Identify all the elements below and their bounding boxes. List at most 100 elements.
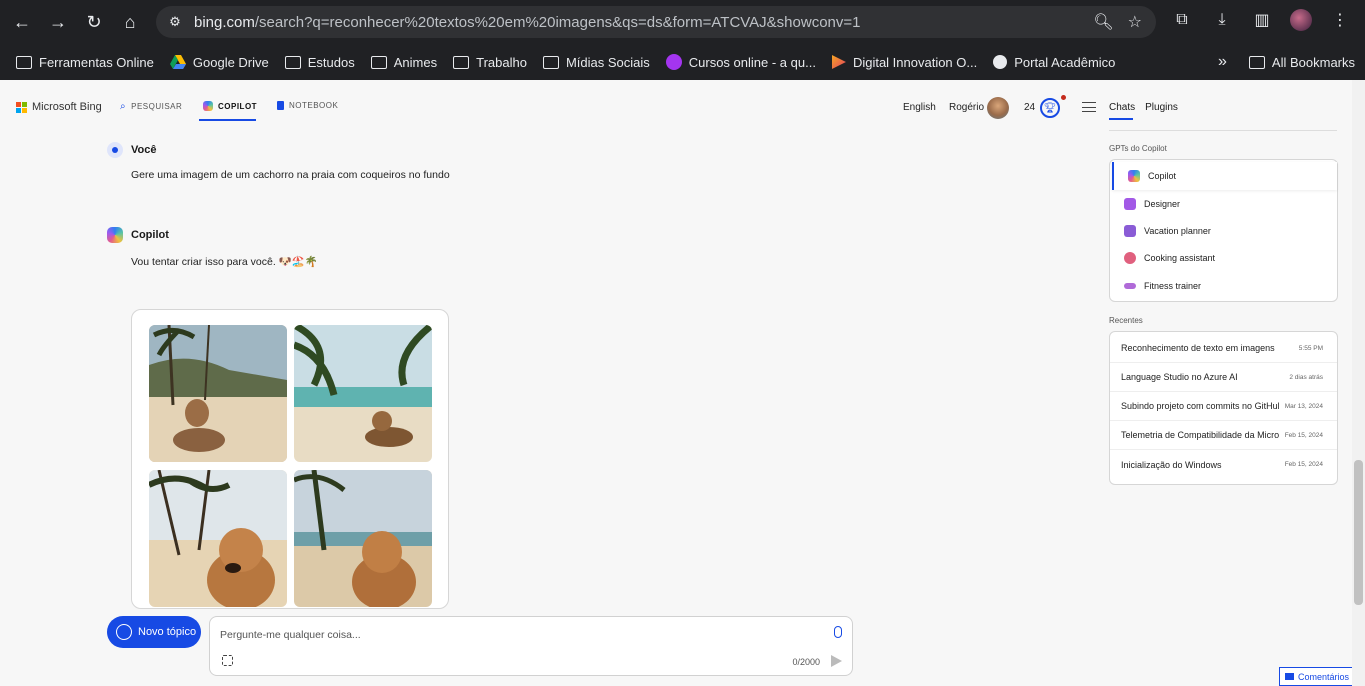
address-bar[interactable]: ⚙ bing.com/search?q=reconhecer%20textos%… (156, 6, 1156, 38)
recent-chat-item[interactable]: Inicialização do Windows Feb 15, 2024 (1110, 450, 1337, 479)
image-upload-icon[interactable] (222, 655, 233, 666)
gpt-item-cooking-assistant[interactable]: Cooking assistant (1110, 244, 1337, 272)
gpt-item-copilot[interactable]: Copilot (1112, 162, 1337, 190)
more-bookmarks-icon[interactable]: » (1218, 53, 1227, 71)
designer-icon (1124, 198, 1136, 210)
folder-icon (370, 55, 387, 69)
dio-icon (831, 55, 846, 69)
bookmark-midias-sociais[interactable]: Mídias Sociais (542, 55, 650, 70)
chat-input[interactable] (220, 626, 810, 644)
profile-avatar[interactable] (1290, 9, 1312, 31)
feedback-icon (1285, 673, 1294, 680)
extensions-icon[interactable]: ⧉ (1170, 8, 1194, 32)
notification-dot (1061, 95, 1066, 100)
bookmark-dio[interactable]: Digital Innovation O... (831, 55, 977, 70)
bookmark-cursos[interactable]: Cursos online - a qu... (665, 54, 816, 70)
folder-icon (542, 55, 559, 69)
bing-page: Microsoft Bing ⌕ PESQUISAR COPILOT NOTEBO… (0, 80, 1353, 686)
bookmark-trabalho[interactable]: Trabalho (453, 55, 527, 70)
bookmark-estudos[interactable]: Estudos (284, 55, 355, 70)
dumbbell-icon (1124, 283, 1136, 289)
tab-pesquisar[interactable]: ⌕ PESQUISAR (120, 101, 182, 112)
browser-toolbar: ← → ↻ ⌂ ⚙ bing.com/search?q=reconhecer%2… (0, 0, 1365, 44)
all-bookmarks[interactable]: All Bookmarks (1248, 55, 1355, 70)
bing-header: Microsoft Bing ⌕ PESQUISAR COPILOT NOTEBO… (0, 80, 1352, 130)
page-scrollbar[interactable] (1352, 80, 1365, 686)
copilot-message-text: Vou tentar criar isso para você. 🐶🏖️🌴 (131, 256, 318, 268)
rewards-trophy-icon[interactable]: 🏆︎ (1040, 98, 1060, 118)
microphone-icon[interactable] (834, 626, 842, 638)
recent-chats-list: Reconhecimento de texto em imagens 5:55 P… (1109, 331, 1338, 485)
language-link[interactable]: English (903, 102, 936, 113)
copilot-icon (203, 101, 213, 111)
copilot-icon (107, 227, 123, 243)
new-chat-icon (116, 624, 132, 640)
recent-chat-item[interactable]: Telemetria de Compatibilidade da Microso… (1110, 421, 1337, 450)
zoom-icon[interactable]: 🔍︎ (1093, 12, 1113, 32)
home-icon[interactable]: ⌂ (116, 8, 144, 36)
send-icon[interactable] (831, 655, 842, 667)
tab-copilot[interactable]: COPILOT (203, 101, 257, 111)
recent-chat-item[interactable]: Subindo projeto com commits no GitHub Mar… (1110, 392, 1337, 421)
folder-icon (284, 55, 301, 69)
cooking-icon (1124, 252, 1136, 264)
character-counter: 0/2000 (792, 657, 820, 667)
gpt-item-designer[interactable]: Designer (1110, 190, 1337, 218)
sidepanel-icon[interactable]: ▥ (1250, 8, 1274, 32)
copilot-label: Copilot (131, 229, 169, 241)
url-text[interactable]: bing.com/search?q=reconhecer%20textos%20… (194, 14, 860, 31)
user-name[interactable]: Rogério (949, 102, 984, 113)
dog-beach-image (294, 325, 432, 462)
generated-images-card (131, 309, 449, 609)
active-tab-indicator (199, 119, 256, 121)
recent-chat-item[interactable]: Reconhecimento de texto em imagens 5:55 P… (1110, 334, 1337, 363)
forward-icon[interactable]: → (44, 8, 72, 36)
bookmark-animes[interactable]: Animes (370, 55, 437, 70)
user-avatar[interactable] (987, 97, 1009, 119)
new-topic-button[interactable]: Novo tópico (107, 616, 201, 648)
gpts-list: Copilot Designer Vacation planner Cookin… (1109, 159, 1338, 302)
hamburger-menu-icon[interactable] (1082, 102, 1096, 112)
feedback-button[interactable]: Comentários (1279, 667, 1353, 686)
gpt-item-vacation-planner[interactable]: Vacation planner (1110, 217, 1337, 245)
udemy-icon (665, 54, 682, 70)
star-icon[interactable]: ☆ (1128, 12, 1142, 32)
microsoft-bing-logo[interactable]: Microsoft Bing (16, 101, 102, 113)
google-drive-icon (169, 55, 186, 69)
gpts-title: GPTs do Copilot (1109, 144, 1167, 153)
sidebar-divider (1109, 130, 1337, 131)
generated-image-4[interactable] (294, 470, 432, 607)
generated-image-2[interactable] (294, 325, 432, 462)
menu-icon[interactable]: ⋮ (1328, 8, 1352, 32)
tab-plugins[interactable]: Plugins (1145, 102, 1178, 113)
bookmark-ferramentas[interactable]: Ferramentas Online (16, 55, 154, 70)
download-icon[interactable]: ⤓ (1210, 8, 1234, 32)
bookmarks-bar: Ferramentas Online Google Drive Estudos … (0, 44, 1365, 80)
notebook-icon (277, 101, 284, 110)
suitcase-icon (1124, 225, 1136, 237)
user-message-text: Gere uma imagem de um cachorro na praia … (131, 169, 450, 181)
folder-icon (453, 55, 470, 69)
generated-image-1[interactable] (149, 325, 287, 462)
bookmark-google-drive[interactable]: Google Drive (169, 55, 269, 70)
user-message-header: Você (107, 142, 156, 158)
folder-icon (1248, 55, 1265, 69)
tab-notebook[interactable]: NOTEBOOK (277, 101, 338, 110)
recent-chat-item[interactable]: Language Studio no Azure AI 2 dias atrás (1110, 363, 1337, 392)
scrollbar-thumb[interactable] (1354, 460, 1363, 605)
rewards-points[interactable]: 24 (1024, 102, 1035, 113)
dog-beach-image (149, 470, 287, 607)
back-icon[interactable]: ← (8, 8, 36, 36)
gpt-item-fitness-trainer[interactable]: Fitness trainer (1110, 272, 1337, 300)
generated-image-3[interactable] (149, 470, 287, 607)
search-icon: ⌕ (120, 101, 127, 112)
globe-icon (993, 55, 1008, 69)
reload-icon[interactable]: ↻ (80, 8, 108, 36)
chat-input-box: 0/2000 (209, 616, 853, 676)
bookmark-portal[interactable]: Portal Acadêmico (993, 55, 1115, 70)
folder-icon (16, 55, 32, 69)
tab-chats[interactable]: Chats (1109, 102, 1135, 113)
dog-beach-image (294, 470, 432, 607)
copilot-message-header: Copilot (107, 227, 169, 243)
site-info-icon[interactable]: ⚙ (166, 13, 184, 31)
